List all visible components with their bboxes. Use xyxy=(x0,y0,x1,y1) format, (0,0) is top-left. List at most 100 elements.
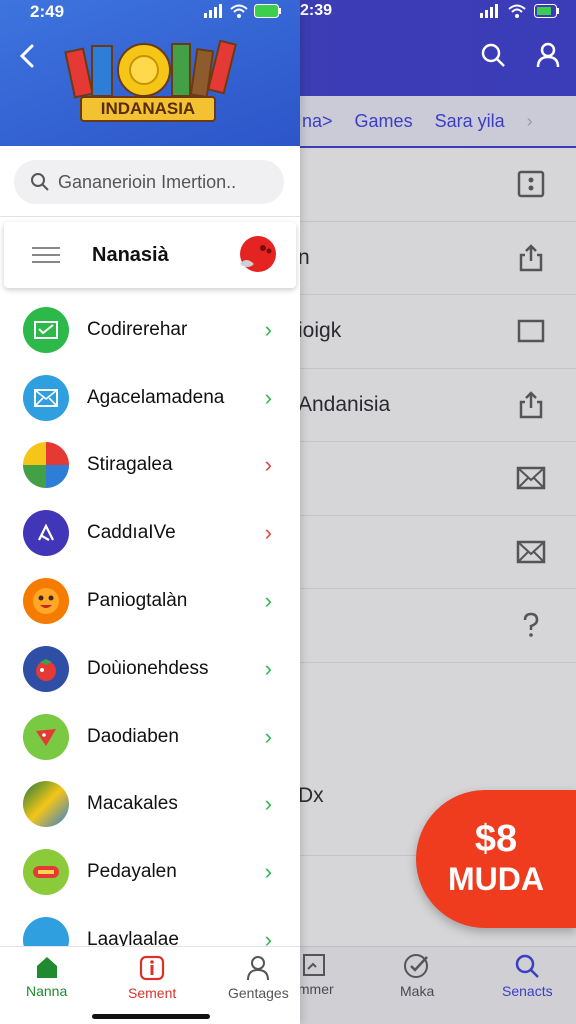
nav-item-maka[interactable]: Maka xyxy=(400,953,434,999)
chevron-right-icon: › xyxy=(264,384,272,410)
image-icon xyxy=(302,954,325,976)
menu-item[interactable]: Daodiaben › xyxy=(0,703,300,771)
fab-amount: $8 xyxy=(474,818,518,861)
battery-icon xyxy=(254,4,281,18)
list-item[interactable] xyxy=(300,589,576,663)
smiley-icon xyxy=(23,578,69,625)
game-thumb-icon xyxy=(23,781,69,828)
list-item[interactable]: ioigk xyxy=(298,295,576,369)
status-icons xyxy=(204,4,282,18)
nav-item-gentages[interactable]: Gentages xyxy=(228,955,289,1001)
menu-item[interactable]: Pedayalen › xyxy=(0,838,300,906)
tab-3[interactable]: Sara yila xyxy=(435,111,505,132)
list-item[interactable] xyxy=(300,516,576,589)
badge-icon xyxy=(23,849,69,896)
mail-square-icon xyxy=(23,306,69,353)
mail-icon xyxy=(516,540,546,563)
nav-item-senacts[interactable]: Senacts xyxy=(502,953,553,999)
chevron-right-icon: › xyxy=(264,520,272,546)
red-shape-icon xyxy=(23,713,69,760)
menu-item[interactable]: Doùionehdess › xyxy=(0,635,300,703)
envelope-icon xyxy=(23,374,69,421)
menu-item[interactable]: CaddıaIVe › xyxy=(0,499,300,567)
hamburger-icon[interactable] xyxy=(32,242,60,268)
person-icon xyxy=(247,956,270,981)
caret-icon xyxy=(23,510,69,557)
mail-icon xyxy=(516,467,546,490)
fab-label: MUDA xyxy=(448,861,544,898)
menu-item-label: CaddıaIVe xyxy=(87,522,176,544)
search-icon[interactable] xyxy=(480,42,506,68)
search-bar[interactable] xyxy=(14,160,284,204)
chevron-right-icon: › xyxy=(264,588,272,614)
chevron-right-icon: › xyxy=(264,655,272,681)
chevron-right-icon: › xyxy=(264,723,272,749)
profile-icon[interactable] xyxy=(536,42,560,68)
menu-item[interactable]: Paniogtalàn › xyxy=(0,567,300,635)
menu-item-label: Agacelamadena xyxy=(87,386,225,408)
chevron-right-icon: › xyxy=(264,791,272,817)
divider xyxy=(0,216,300,217)
menu-item-label: Paniogtalàn xyxy=(87,590,188,612)
menu-item[interactable]: Agacelamadena › xyxy=(0,364,300,432)
header-actions xyxy=(480,42,560,68)
list-item[interactable] xyxy=(300,442,576,516)
list-item[interactable] xyxy=(300,663,576,737)
search-icon xyxy=(31,173,49,191)
help-icon xyxy=(523,612,539,638)
menu-item-label: Codirerehar xyxy=(87,318,188,340)
background-tabs: na> Games Sara yila › xyxy=(300,96,576,146)
selected-item-title: Nanasià xyxy=(92,243,169,266)
menu-item-label: Macakales xyxy=(87,793,178,815)
search-icon xyxy=(516,954,540,978)
home-icon xyxy=(36,957,57,978)
square-icon xyxy=(517,320,545,343)
tab-1[interactable]: na> xyxy=(302,111,333,132)
menu-item-label: Pedayalen xyxy=(87,861,177,883)
wifi-icon xyxy=(508,4,526,18)
share-icon xyxy=(519,243,543,271)
background-list: n ioigk Andanisia Dx xyxy=(298,148,576,856)
menu-item[interactable]: Codirerehar › xyxy=(0,296,300,364)
game-thumb-icon xyxy=(23,442,69,489)
signal-icon xyxy=(204,4,222,18)
promo-fab-button[interactable]: $8 MUDA xyxy=(416,790,576,928)
menu-item-label: Doùionehdess xyxy=(87,657,209,679)
menu-item[interactable]: Macakales › xyxy=(0,771,300,839)
chevron-right-icon[interactable]: › xyxy=(527,111,533,132)
drawer-header: 2:49 INDANASIA xyxy=(0,0,300,146)
status-icons-right xyxy=(480,4,560,18)
list-item[interactable] xyxy=(300,148,576,222)
chevron-right-icon: › xyxy=(264,859,272,885)
list-item[interactable]: n xyxy=(298,222,576,295)
tomato-icon xyxy=(23,645,69,692)
check-circle-icon xyxy=(404,954,429,978)
menu-item-label: Stiragalea xyxy=(87,454,173,476)
back-arrow-icon[interactable] xyxy=(14,40,42,72)
search-input[interactable] xyxy=(58,171,268,193)
tab-games[interactable]: Games xyxy=(355,111,413,132)
share-icon xyxy=(519,390,543,418)
status-time-right: 2:39 xyxy=(300,2,333,19)
chevron-right-icon: › xyxy=(264,452,272,478)
status-time: 2:49 xyxy=(30,2,65,21)
drawer-menu: Codirerehar › Agacelamadena › Stiragalea… xyxy=(0,296,300,974)
nav-item-home[interactable]: Nanna xyxy=(26,955,67,999)
info-icon xyxy=(140,955,165,981)
red-ball-icon xyxy=(240,236,276,272)
menu-item[interactable]: Stiragalea › xyxy=(0,432,300,500)
nav-item-sement[interactable]: Sement xyxy=(128,955,176,1001)
navigation-drawer: 2:49 INDANASIA Nanasià xyxy=(0,0,300,1024)
background-bottom-nav: ımmer Maka Senacts xyxy=(294,946,576,1024)
selected-menu-item[interactable]: Nanasià xyxy=(4,222,296,288)
battery-icon xyxy=(534,4,559,18)
signal-icon xyxy=(480,4,498,18)
logo-text: INDANASIA xyxy=(80,96,216,122)
list-item[interactable]: Andanisia xyxy=(298,369,576,442)
chevron-right-icon: › xyxy=(264,316,272,342)
menu-item-label: Daodiaben xyxy=(87,725,179,747)
home-indicator[interactable] xyxy=(92,1014,210,1019)
wifi-icon xyxy=(230,4,248,18)
dice-icon xyxy=(517,171,545,198)
drawer-bottom-nav: Nanna Sement Gentages xyxy=(0,946,300,1024)
